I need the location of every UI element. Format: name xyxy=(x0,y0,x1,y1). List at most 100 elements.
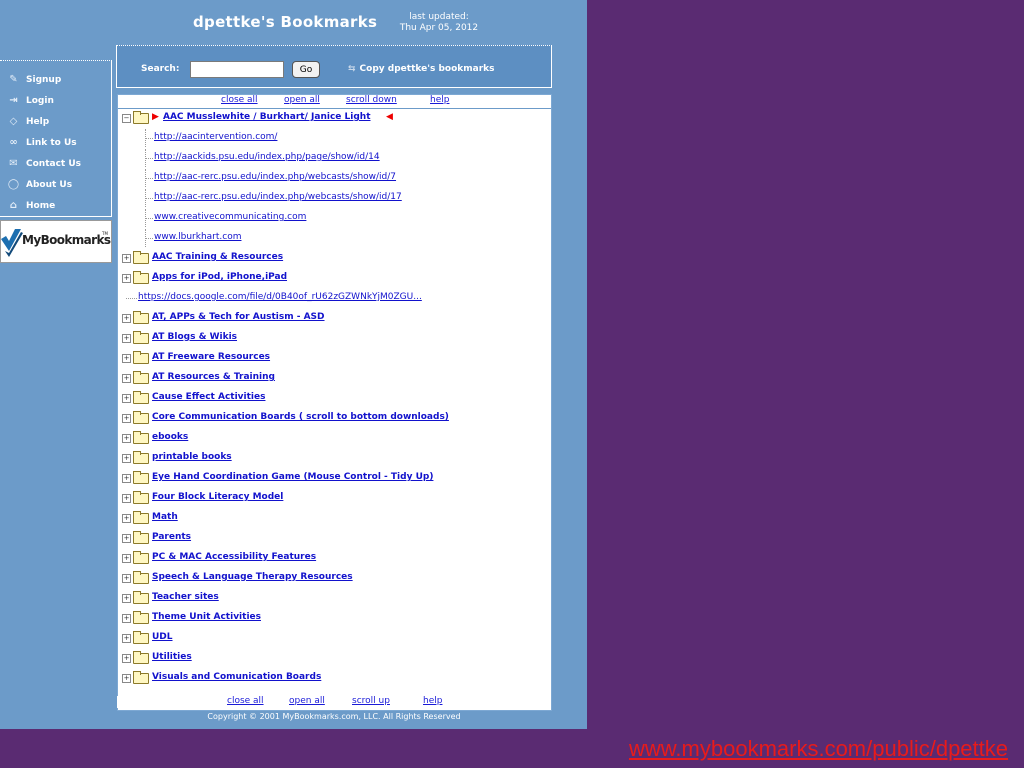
folder-link[interactable]: AAC Training & Resources xyxy=(152,252,283,262)
folder-link[interactable]: Teacher sites xyxy=(152,592,219,602)
tree-folder[interactable]: + Apps for iPod, iPhone,iPad xyxy=(118,269,551,287)
search-input[interactable] xyxy=(190,61,284,78)
tree-folder[interactable]: + AT, APPs & Tech for Austism - ASD xyxy=(118,309,551,327)
folder-link[interactable]: Theme Unit Activities xyxy=(152,612,261,622)
expand-toggle-icon[interactable]: + xyxy=(122,574,131,583)
folder-link[interactable]: AT Freeware Resources xyxy=(152,352,270,362)
tree-folder[interactable]: + AT Blogs & Wikis xyxy=(118,329,551,347)
folder-link[interactable]: Cause Effect Activities xyxy=(152,392,265,402)
tree-child-link: http://aacintervention.com/ xyxy=(118,129,551,147)
sidebar-item-contact-us[interactable]: ✉ Contact Us xyxy=(0,153,111,174)
mybookmarks-logo[interactable]: MyBookmarks TM xyxy=(0,220,112,263)
collapse-toggle-icon[interactable]: − xyxy=(122,114,131,123)
sidebar-item-link-to-us[interactable]: ∞ Link to Us xyxy=(0,132,111,153)
tree-folder[interactable]: + PC & MAC Accessibility Features xyxy=(118,549,551,567)
sidebar-item-signup[interactable]: ✎ Signup xyxy=(0,69,111,90)
folder-link[interactable]: AAC Musslewhite / Burkhart/ Janice Light xyxy=(163,112,371,122)
folder-link[interactable]: Speech & Language Therapy Resources xyxy=(152,572,353,582)
folder-link[interactable]: AT Blogs & Wikis xyxy=(152,332,237,342)
expand-toggle-icon[interactable]: + xyxy=(122,414,131,423)
tree-folder[interactable]: + printable books xyxy=(118,449,551,467)
expand-toggle-icon[interactable]: + xyxy=(122,594,131,603)
folder-link[interactable]: Core Communication Boards ( scroll to bo… xyxy=(152,412,449,422)
bookmark-link[interactable]: https://docs.google.com/file/d/0B40of_rU… xyxy=(138,292,422,302)
footer-url-link[interactable]: www.mybookmarks.com/public/dpettke xyxy=(629,736,1008,762)
tree-folder[interactable]: + ebooks xyxy=(118,429,551,447)
folder-icon xyxy=(133,251,149,264)
tree-folder[interactable]: + Eye Hand Coordination Game (Mouse Contr… xyxy=(118,469,551,487)
folder-link[interactable]: Eye Hand Coordination Game (Mouse Contro… xyxy=(152,472,433,482)
open-all-link[interactable]: open all xyxy=(284,95,320,105)
expand-toggle-icon[interactable]: + xyxy=(122,634,131,643)
folder-link[interactable]: Utilities xyxy=(152,652,192,662)
help-link[interactable]: help xyxy=(430,95,449,105)
tree-folder[interactable]: + Cause Effect Activities xyxy=(118,389,551,407)
expand-toggle-icon[interactable]: + xyxy=(122,254,131,263)
tree-folder[interactable]: + Theme Unit Activities xyxy=(118,609,551,627)
bookmark-link[interactable]: http://aac-rerc.psu.edu/index.php/webcas… xyxy=(154,172,396,182)
folder-link[interactable]: ebooks xyxy=(152,432,188,442)
folder-link[interactable]: AT, APPs & Tech for Austism - ASD xyxy=(152,312,325,322)
bookmark-link[interactable]: www.lburkhart.com xyxy=(154,232,241,242)
tree-connector xyxy=(145,149,154,167)
help-link[interactable]: help xyxy=(423,696,442,706)
expand-toggle-icon[interactable]: + xyxy=(122,474,131,483)
sidebar-item-login[interactable]: ⇥ Login xyxy=(0,90,111,111)
tree-folder[interactable]: + Math xyxy=(118,509,551,527)
expand-toggle-icon[interactable]: + xyxy=(122,394,131,403)
folder-link[interactable]: AT Resources & Training xyxy=(152,372,275,382)
scroll-down-link[interactable]: scroll down xyxy=(346,95,397,105)
expand-toggle-icon[interactable]: + xyxy=(122,514,131,523)
go-button[interactable]: Go xyxy=(292,61,320,78)
tree-folder[interactable]: + Speech & Language Therapy Resources xyxy=(118,569,551,587)
tree-folder[interactable]: + Utilities xyxy=(118,649,551,667)
bookmark-link[interactable]: http://aackids.psu.edu/index.php/page/sh… xyxy=(154,152,380,162)
expand-toggle-icon[interactable]: + xyxy=(122,274,131,283)
folder-link[interactable]: Math xyxy=(152,512,178,522)
tree-folder[interactable]: + Visuals and Comunication Boards xyxy=(118,669,551,687)
expand-toggle-icon[interactable]: + xyxy=(122,654,131,663)
tree-folder[interactable]: + Teacher sites xyxy=(118,589,551,607)
tree-folder[interactable]: + AAC Training & Resources xyxy=(118,249,551,267)
expand-toggle-icon[interactable]: + xyxy=(122,454,131,463)
folder-icon xyxy=(133,491,149,504)
folder-link[interactable]: PC & MAC Accessibility Features xyxy=(152,552,316,562)
sidebar-item-help[interactable]: ◇ Help xyxy=(0,111,111,132)
tree-folder[interactable]: + UDL xyxy=(118,629,551,647)
folder-link[interactable]: Apps for iPod, iPhone,iPad xyxy=(152,272,287,282)
close-all-link[interactable]: close all xyxy=(221,95,258,105)
tree-folder-open[interactable]: − ▶ AAC Musslewhite / Burkhart/ Janice L… xyxy=(118,109,551,127)
close-all-link[interactable]: close all xyxy=(227,696,264,706)
expand-toggle-icon[interactable]: + xyxy=(122,554,131,563)
sidebar-item-about-us[interactable]: ◯ About Us xyxy=(0,174,111,195)
expand-toggle-icon[interactable]: + xyxy=(122,534,131,543)
expand-toggle-icon[interactable]: + xyxy=(122,434,131,443)
expand-toggle-icon[interactable]: + xyxy=(122,314,131,323)
folder-link[interactable]: UDL xyxy=(152,632,173,642)
bookmark-link[interactable]: www.creativecommunicating.com xyxy=(154,212,306,222)
tree-folder[interactable]: + Four Block Literacy Model xyxy=(118,489,551,507)
folder-link[interactable]: Visuals and Comunication Boards xyxy=(152,672,321,682)
open-all-link[interactable]: open all xyxy=(289,696,325,706)
folder-link[interactable]: Parents xyxy=(152,532,191,542)
folder-link[interactable]: printable books xyxy=(152,452,232,462)
folder-icon xyxy=(133,671,149,684)
expand-toggle-icon[interactable]: + xyxy=(122,354,131,363)
tree-connector xyxy=(145,209,154,227)
scroll-up-link[interactable]: scroll up xyxy=(352,696,390,706)
tree-child-link: www.creativecommunicating.com xyxy=(118,209,551,227)
expand-toggle-icon[interactable]: + xyxy=(122,374,131,383)
expand-toggle-icon[interactable]: + xyxy=(122,614,131,623)
tree-folder[interactable]: + Parents xyxy=(118,529,551,547)
tree-folder[interactable]: + Core Communication Boards ( scroll to b… xyxy=(118,409,551,427)
expand-toggle-icon[interactable]: + xyxy=(122,334,131,343)
tree-folder[interactable]: + AT Freeware Resources xyxy=(118,349,551,367)
sidebar-item-home[interactable]: ⌂ Home xyxy=(0,195,111,216)
tree-folder[interactable]: + AT Resources & Training xyxy=(118,369,551,387)
copy-bookmarks-link[interactable]: ⇆ Copy dpettke's bookmarks xyxy=(348,64,495,74)
expand-toggle-icon[interactable]: + xyxy=(122,674,131,683)
folder-link[interactable]: Four Block Literacy Model xyxy=(152,492,283,502)
bookmark-link[interactable]: http://aac-rerc.psu.edu/index.php/webcas… xyxy=(154,192,402,202)
expand-toggle-icon[interactable]: + xyxy=(122,494,131,503)
bookmark-link[interactable]: http://aacintervention.com/ xyxy=(154,132,277,142)
